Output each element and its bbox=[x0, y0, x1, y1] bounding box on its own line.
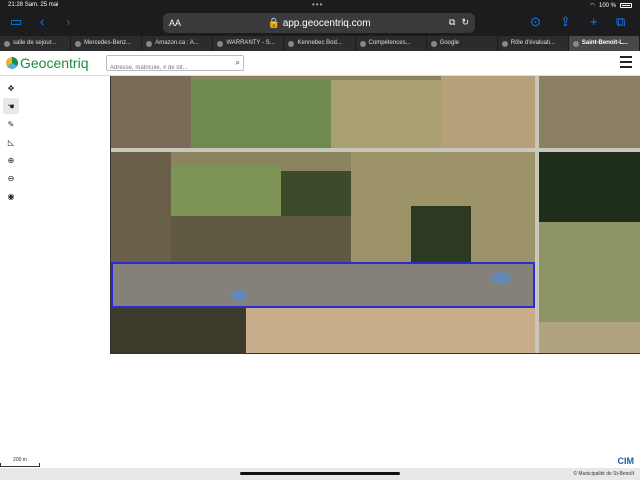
map-parcel bbox=[171, 166, 281, 216]
map-parcel bbox=[111, 308, 246, 353]
sidebar-icon[interactable]: ▭ bbox=[10, 15, 22, 29]
status-right: ◠ 100 % bbox=[590, 2, 632, 9]
tab-favicon bbox=[75, 40, 82, 47]
tab-3[interactable]: WARRANTY - S... bbox=[213, 36, 285, 51]
tab-favicon bbox=[359, 40, 366, 47]
selected-parcel[interactable] bbox=[111, 262, 535, 308]
reload-icon[interactable]: ↻ bbox=[461, 17, 469, 28]
map-parcel bbox=[281, 171, 351, 216]
map-parcel bbox=[191, 80, 331, 148]
map-parcel bbox=[539, 222, 640, 322]
tab-favicon bbox=[430, 40, 437, 47]
tab-favicon bbox=[501, 40, 508, 47]
tab-5[interactable]: Compétences... bbox=[356, 36, 427, 51]
new-tab-icon[interactable]: + bbox=[590, 15, 598, 29]
tab-favicon bbox=[288, 40, 295, 47]
status-time: 21:28 Sam. 25 mai bbox=[8, 2, 59, 8]
map-parcel bbox=[331, 80, 441, 148]
hamburger-menu-icon[interactable] bbox=[620, 56, 632, 71]
status-bar: 21:28 Sam. 25 mai ••• ◠ 100 % bbox=[0, 0, 640, 10]
back-icon[interactable]: ‹ bbox=[40, 15, 44, 29]
tab-favicon bbox=[146, 40, 153, 47]
map-parcel bbox=[441, 76, 536, 148]
map-forest bbox=[539, 152, 640, 222]
map-parcel bbox=[541, 76, 640, 148]
locate-icon[interactable]: ◉ bbox=[3, 188, 19, 204]
geocentriq-logo[interactable]: Geocentriq bbox=[6, 55, 88, 71]
battery-icon bbox=[620, 3, 632, 8]
aerial-map[interactable] bbox=[110, 76, 640, 354]
map-parcel bbox=[171, 216, 351, 262]
tab-favicon bbox=[572, 40, 579, 47]
tab-bar: salle de sejour... Mercedes-Benz... Amaz… bbox=[0, 36, 640, 51]
search-input[interactable] bbox=[107, 61, 225, 75]
browser-toolbar: ▭ ‹ › AA 🔒 app.geocentriq.com ⧉ ↻ ⊙ ⇪ + … bbox=[0, 10, 640, 36]
map-toolbar: ✥ ☚ ✎ ◺ ⊕ ⊖ ◉ bbox=[3, 80, 21, 206]
tab-4[interactable]: Kennebec Bod... bbox=[284, 36, 356, 51]
share-icon[interactable]: ⇪ bbox=[560, 15, 571, 29]
tab-7[interactable]: Rôle d'évaluati... bbox=[498, 36, 569, 51]
url-text[interactable]: 🔒 app.geocentriq.com bbox=[163, 18, 475, 29]
tab-8-active[interactable]: Saint-Benoît-L... bbox=[568, 36, 640, 51]
scale-bar bbox=[0, 463, 40, 467]
tab-favicon bbox=[217, 40, 224, 47]
map-parcel bbox=[246, 308, 535, 353]
tab-6[interactable]: Google bbox=[427, 36, 498, 51]
map-forest bbox=[411, 206, 471, 262]
address-bar[interactable]: AA 🔒 app.geocentriq.com ⧉ ↻ bbox=[163, 13, 475, 33]
extension-icon[interactable]: ⧉ bbox=[449, 17, 455, 28]
select-tool-icon[interactable]: ☚ bbox=[3, 98, 19, 114]
zoom-in-icon[interactable]: ⊕ bbox=[3, 152, 19, 168]
map-scale: 200 m bbox=[0, 457, 40, 467]
zoom-out-icon[interactable]: ⊖ bbox=[3, 170, 19, 186]
copyright-text: © Municipalité de St-Benoît bbox=[573, 471, 634, 477]
search-box: ⌕ bbox=[106, 55, 244, 75]
tab-1[interactable]: Mercedes-Benz... bbox=[71, 36, 143, 51]
tab-favicon bbox=[4, 40, 10, 47]
wifi-icon: ◠ bbox=[589, 3, 595, 9]
multitask-dots[interactable]: ••• bbox=[312, 0, 323, 9]
download-icon[interactable]: ⊙ bbox=[530, 15, 541, 29]
tab-2[interactable]: Amazon.ca : A... bbox=[142, 36, 214, 51]
app-header: Geocentriq ⌕ bbox=[0, 51, 640, 76]
battery-text: 100 % bbox=[598, 2, 616, 9]
map-parcel bbox=[111, 76, 191, 148]
measure-distance-icon[interactable]: ✎ bbox=[3, 116, 19, 132]
search-icon[interactable]: ⌕ bbox=[236, 58, 240, 68]
tab-0[interactable]: salle de sejour... bbox=[0, 36, 72, 51]
tabs-overview-icon[interactable]: ⧉ bbox=[616, 15, 625, 29]
map-parcel bbox=[111, 152, 171, 262]
measure-angle-icon[interactable]: ◺ bbox=[3, 134, 19, 150]
forward-icon[interactable]: › bbox=[66, 15, 70, 29]
map-parcel bbox=[539, 322, 640, 353]
pan-tool-icon[interactable]: ✥ bbox=[3, 80, 19, 96]
home-indicator[interactable] bbox=[240, 472, 400, 475]
cim-logo: CIM bbox=[617, 456, 635, 466]
logo-mark-icon bbox=[6, 57, 18, 69]
url-icons: ⧉ ↻ bbox=[449, 17, 469, 28]
